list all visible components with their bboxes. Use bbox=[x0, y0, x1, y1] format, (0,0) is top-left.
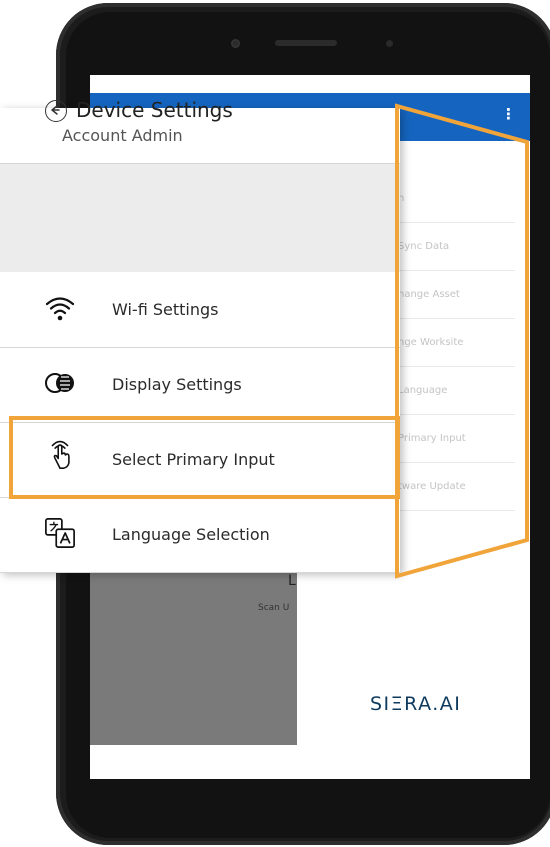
menu-item-display-settings[interactable]: Display Settings bbox=[0, 347, 400, 423]
siera-logo: SIΞRA.AI bbox=[370, 693, 462, 715]
camera-icon bbox=[231, 39, 240, 48]
background-menu: n Sync Data nange Asset nge Worksite Lan… bbox=[390, 175, 515, 511]
menu-item-label: Display Settings bbox=[112, 375, 242, 394]
menu-item-language-selection[interactable]: Language Selection bbox=[0, 497, 400, 573]
sensor-dot bbox=[386, 40, 393, 47]
page-title: Device Settings bbox=[76, 98, 233, 122]
more-vert-icon[interactable]: ⋮ bbox=[501, 105, 516, 123]
scan-text: Scan U bbox=[258, 603, 290, 613]
contrast-icon bbox=[45, 373, 74, 393]
background-menu-item[interactable]: Language bbox=[390, 367, 515, 415]
wifi-icon bbox=[45, 297, 75, 321]
background-menu-item[interactable]: tware Update bbox=[390, 463, 515, 511]
highlight-selected-item bbox=[9, 416, 400, 499]
background-menu-item[interactable]: Primary Input bbox=[390, 415, 515, 463]
background-menu-item[interactable]: nge Worksite bbox=[390, 319, 515, 367]
speaker-grille bbox=[275, 40, 337, 46]
account-label: Account Admin bbox=[62, 126, 183, 145]
background-scan-panel bbox=[90, 570, 297, 745]
background-menu-item[interactable]: n bbox=[390, 175, 515, 223]
background-menu-item[interactable]: nange Asset bbox=[390, 271, 515, 319]
translate-icon bbox=[45, 518, 75, 548]
device-settings-header bbox=[0, 164, 400, 272]
menu-item-wifi-settings[interactable]: Wi-fi Settings bbox=[0, 272, 400, 348]
menu-item-label: Language Selection bbox=[112, 525, 270, 544]
menu-item-label: Wi-fi Settings bbox=[112, 300, 219, 319]
background-menu-item[interactable]: Sync Data bbox=[390, 223, 515, 271]
back-arrow-icon[interactable] bbox=[45, 100, 67, 122]
scan-heading: L bbox=[288, 573, 296, 589]
